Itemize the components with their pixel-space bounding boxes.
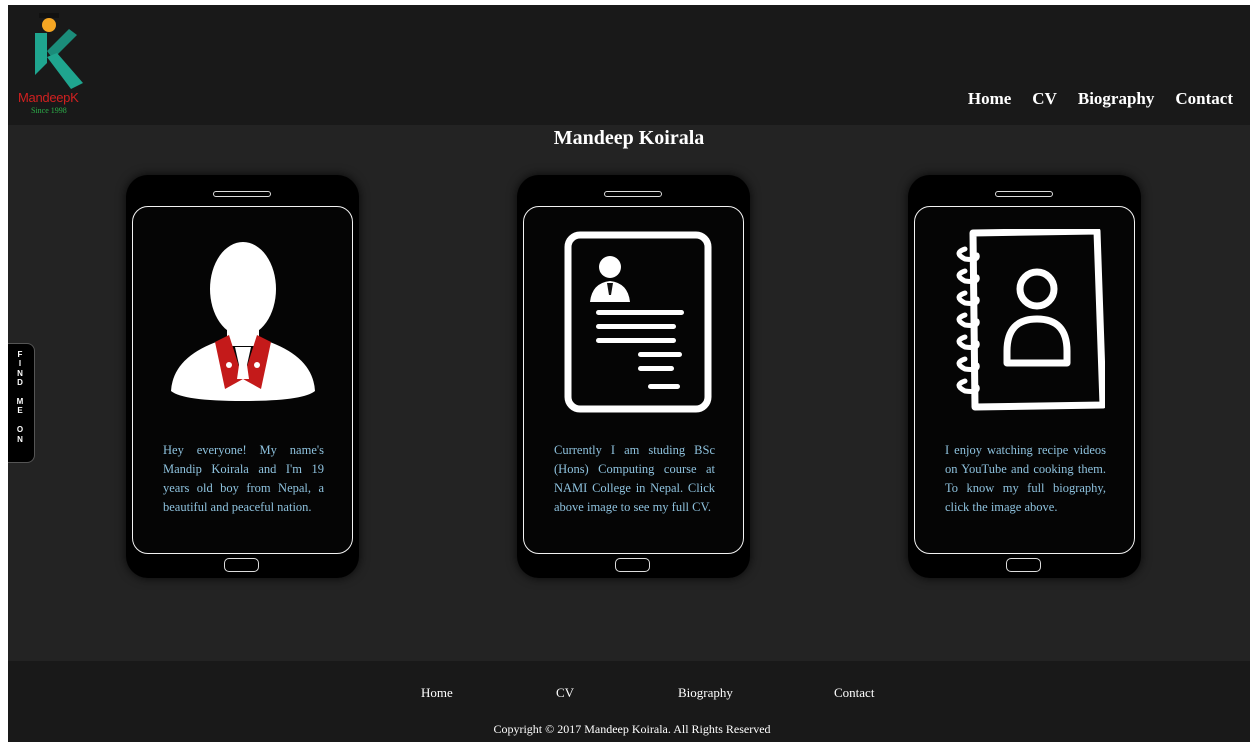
cv-card[interactable]: Currently I am studing BSc (Hons) Comput… [517,175,750,578]
biography-description: I enjoy watching recipe videos on YouTub… [945,443,1106,514]
logo-head [42,18,56,32]
footer-link-home[interactable]: Home [421,685,453,701]
nav-contact[interactable]: Contact [1175,89,1233,109]
cv-document-icon[interactable] [554,229,714,419]
cv-description: Currently I am studing BSc (Hons) Comput… [554,443,715,514]
profile-avatar-icon[interactable] [163,229,323,419]
phone-speaker [995,191,1053,197]
nav-biography[interactable]: Biography [1078,89,1155,109]
profile-description: Hey everyone! My name's Mandip Koirala a… [163,443,324,514]
profile-card[interactable]: Hey everyone! My name's Mandip Koirala a… [126,175,359,578]
phone-home-button [224,558,259,572]
find-me-on-label: F I N D M E O N [16,350,24,444]
site-header: MandeepK Since 1998 Home CV Biography Co… [8,5,1250,125]
biography-card[interactable]: I enjoy watching recipe videos on YouTub… [908,175,1141,578]
footer-link-biography[interactable]: Biography [678,685,733,701]
phone-home-button [615,558,650,572]
main-nav: Home CV Biography Contact [947,89,1233,109]
brand-since: Since 1998 [31,106,67,115]
footer-link-cv[interactable]: CV [556,685,574,701]
phone-speaker [213,191,271,197]
page-title: Mandeep Koirala [553,127,705,149]
footer-link-contact[interactable]: Contact [834,685,874,701]
phone-speaker [604,191,662,197]
phone-screen: I enjoy watching recipe videos on YouTub… [914,206,1135,554]
nav-cv[interactable]: CV [1032,89,1057,109]
phone-screen: Currently I am studing BSc (Hons) Comput… [523,206,744,554]
page-frame: MandeepK Since 1998 Home CV Biography Co… [8,5,1250,742]
contact-book-icon[interactable] [945,229,1105,419]
brand-name: MandeepK [18,90,79,105]
copyright-text: Copyright © 2017 Mandeep Koirala. All Ri… [493,722,771,736]
nav-home[interactable]: Home [968,89,1011,109]
phone-screen: Hey everyone! My name's Mandip Koirala a… [132,206,353,554]
site-footer: Home CV Biography Contact Copyright © 20… [8,661,1250,742]
find-me-on-tab[interactable]: F I N D M E O N [8,343,35,463]
phone-home-button [1006,558,1041,572]
graduation-cap [39,13,59,18]
